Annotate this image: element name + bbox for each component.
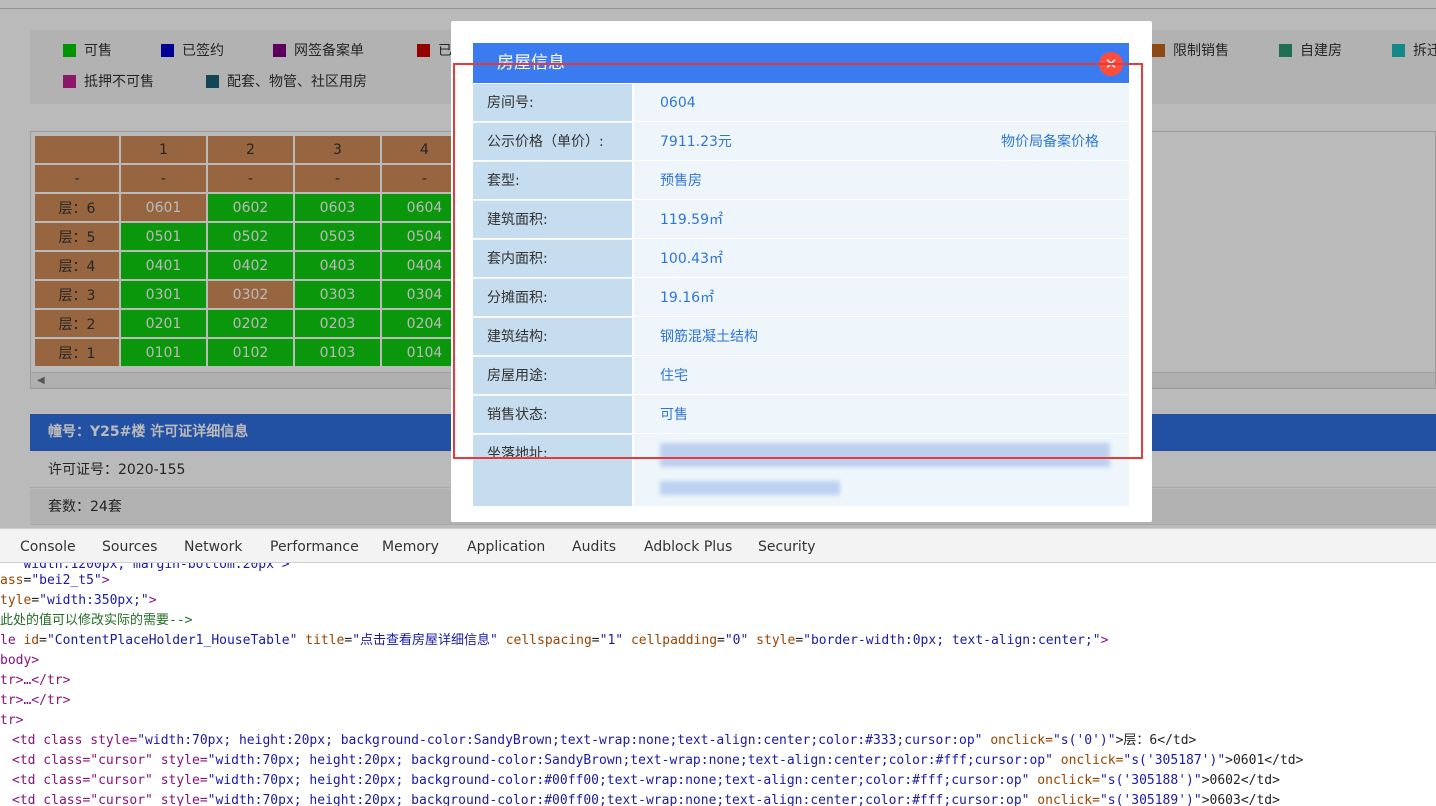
tab-network[interactable]: Network xyxy=(184,529,242,564)
tab-console[interactable]: Console xyxy=(20,529,76,564)
tab-audits[interactable]: Audits xyxy=(572,529,616,564)
annotation-highlight-box xyxy=(453,63,1143,459)
code-comment[interactable]: 此处的值可以修改实际的需要--> xyxy=(0,611,192,631)
redacted-address-line xyxy=(660,481,840,495)
code-line[interactable]: tr>…</tr> xyxy=(0,691,70,711)
code-line[interactable]: body> xyxy=(0,651,39,671)
code-line[interactable]: <td class="cursor" style="width:70px; he… xyxy=(12,751,1303,771)
code-line[interactable]: tr> xyxy=(0,711,23,731)
tab-adblock-plus[interactable]: Adblock Plus xyxy=(644,529,732,564)
tab-sources[interactable]: Sources xyxy=(102,529,157,564)
tab-performance[interactable]: Performance xyxy=(270,529,359,564)
code-line[interactable]: le id="ContentPlaceHolder1_HouseTable" t… xyxy=(0,631,1108,651)
code-line[interactable]: ass="bei2_t5"> xyxy=(0,571,110,591)
code-line[interactable]: <td class="cursor" style="width:70px; he… xyxy=(12,791,1280,806)
tab-security[interactable]: Security xyxy=(758,529,816,564)
tab-memory[interactable]: Memory xyxy=(382,529,439,564)
code-line[interactable]: tyle="width:350px;"> xyxy=(0,591,157,611)
devtools-tab-bar: Console Sources Network Performance Memo… xyxy=(0,528,1436,563)
code-line[interactable]: <td class="cursor" style="width:70px; he… xyxy=(12,771,1280,791)
elements-source-panel: width:1200px; margin-bottom:20px"> ass="… xyxy=(0,563,1436,806)
page: 可售 已签约 网签备案单 已 限制销售 自建房 拆迁 抵押不可售 配套、物管、社… xyxy=(0,0,1436,806)
code-line[interactable]: tr>…</tr> xyxy=(0,671,70,691)
tab-application[interactable]: Application xyxy=(467,529,545,564)
code-line[interactable]: <td class style="width:70px; height:20px… xyxy=(12,731,1196,751)
